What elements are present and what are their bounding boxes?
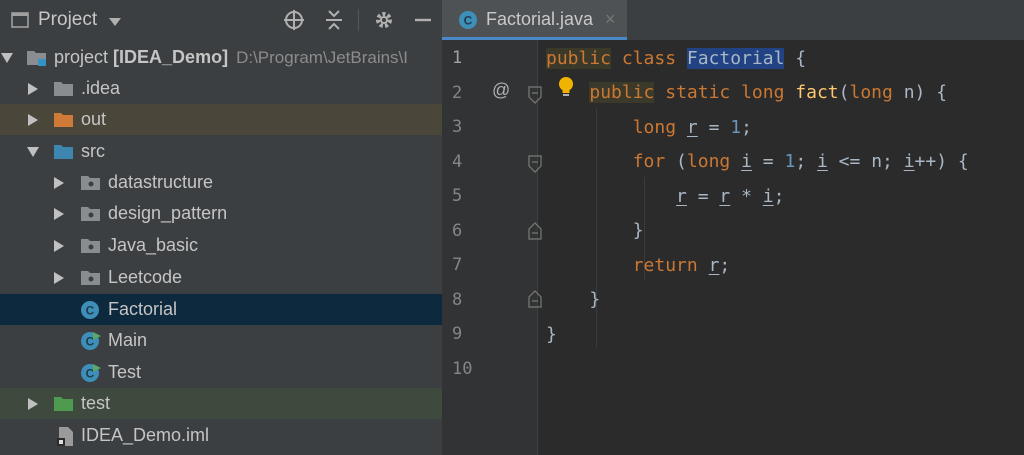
test-folder-icon [53, 395, 73, 413]
excluded-folder-icon [53, 111, 73, 129]
tree-item-label: Leetcode [108, 267, 183, 287]
line-number: 10 [452, 359, 473, 379]
code-line-8: } [546, 289, 601, 310]
iml-file-icon [56, 426, 76, 446]
code-line-7: return r; [632, 255, 731, 276]
code-line-2: public static long fact(long n) { [589, 82, 948, 103]
code-line-1: public class Factorial { [546, 48, 807, 69]
svg-text:C: C [464, 14, 473, 28]
folder-icon [53, 80, 73, 98]
code-editor: C Factorial.java × 1 2 3 4 5 6 7 8 9 10 … [442, 0, 1024, 455]
collapsed-arrow-icon[interactable] [26, 113, 40, 127]
tree-item-test-class[interactable]: C Test [0, 357, 442, 388]
tree-item-test-folder[interactable]: test [0, 388, 442, 419]
project-title[interactable]: Project [38, 9, 97, 31]
tree-item-label: src [81, 141, 105, 161]
line-number: 9 [452, 324, 463, 344]
tree-item-label: Main [108, 330, 148, 350]
project-path-hint: D:\Program\JetBrains\I [236, 48, 409, 67]
line-number: 8 [452, 290, 463, 310]
override-marker[interactable]: @ [492, 80, 510, 101]
header-separator [358, 9, 359, 31]
tree-item-out[interactable]: out [0, 104, 442, 135]
collapsed-arrow-icon[interactable] [52, 271, 66, 285]
tree-item-datastructure[interactable]: datastructure [0, 167, 442, 198]
package-icon [80, 174, 100, 192]
tree-item-label: design_pattern [108, 203, 228, 223]
code-line-4: for (long i = 1; i <= n; i++) { [632, 151, 969, 172]
package-icon [80, 205, 100, 223]
chevron-down-icon[interactable] [108, 14, 122, 32]
tree-item-label: .idea [81, 78, 121, 98]
tree-item-label: project [54, 47, 109, 67]
package-icon [80, 269, 100, 287]
line-number: 3 [452, 117, 463, 137]
module-folder-icon [26, 49, 46, 67]
collapsed-arrow-icon[interactable] [52, 207, 66, 221]
collapsed-arrow-icon[interactable] [52, 239, 66, 253]
tree-item-src[interactable]: src [0, 136, 442, 167]
package-icon [80, 237, 100, 255]
tree-item-label: datastructure [108, 172, 214, 192]
tree-item-iml[interactable]: IDEA_Demo.iml [0, 420, 442, 451]
svg-text:C: C [86, 304, 95, 318]
line-number: 5 [452, 186, 463, 206]
code-area[interactable]: public class Factorial { public static l… [538, 40, 1024, 455]
line-number: 1 [452, 48, 463, 68]
tree-item-leetcode[interactable]: Leetcode [0, 262, 442, 293]
runnable-class-icon: C [80, 331, 101, 350]
class-icon: C [458, 10, 478, 35]
line-number: 4 [452, 152, 463, 172]
line-number: 6 [452, 221, 463, 241]
tree-item-main[interactable]: C Main [0, 325, 442, 356]
tab-label: Factorial.java [486, 9, 594, 29]
code-line-5: r = r * i; [676, 186, 785, 207]
tree-item-label: IDEA_Demo.iml [81, 425, 210, 445]
collapsed-arrow-icon[interactable] [52, 176, 66, 190]
line-number: 2 [452, 83, 463, 103]
tree-item-project[interactable]: project [IDEA_Demo] D:\Program\JetBrains\… [0, 42, 442, 73]
tree-item-label: Java_basic [108, 235, 199, 255]
collapsed-arrow-icon[interactable] [26, 397, 40, 411]
gear-icon[interactable] [372, 8, 396, 32]
code-line-3: long r = 1; [632, 117, 752, 138]
tree-item-idea[interactable]: .idea [0, 73, 442, 104]
collapse-all-icon[interactable] [322, 8, 346, 32]
tree-item-label: test [81, 393, 111, 413]
project-view-icon[interactable] [8, 8, 32, 32]
code-line-6: } [546, 220, 644, 241]
expanded-arrow-icon[interactable] [0, 51, 14, 65]
module-name: [IDEA_Demo] [113, 47, 229, 67]
editor-tab-bar: C Factorial.java × [442, 0, 1024, 40]
project-header: Project [0, 0, 442, 40]
expanded-arrow-icon[interactable] [26, 145, 40, 159]
locate-icon[interactable] [282, 8, 306, 32]
runnable-class-icon: C [80, 363, 101, 382]
tree-item-label: Factorial [108, 299, 178, 319]
collapsed-arrow-icon[interactable] [26, 82, 40, 96]
tree-item-label: Test [108, 362, 142, 382]
code-line-9: } [546, 324, 557, 345]
tree-item-design-pattern[interactable]: design_pattern [0, 198, 442, 229]
source-folder-icon [53, 143, 73, 161]
tree-item-java-basic[interactable]: Java_basic [0, 230, 442, 261]
hide-panel-icon[interactable] [411, 8, 435, 32]
tree-item-label: out [81, 109, 107, 129]
close-icon[interactable]: × [605, 9, 616, 30]
tab-factorial-java[interactable]: C Factorial.java × [442, 0, 627, 40]
project-tool-window: Project project [IDEA_Demo] D:\Program\Je… [0, 0, 442, 455]
class-icon: C [80, 300, 100, 319]
line-number: 7 [452, 255, 463, 275]
tree-item-factorial[interactable]: C Factorial [0, 294, 442, 325]
